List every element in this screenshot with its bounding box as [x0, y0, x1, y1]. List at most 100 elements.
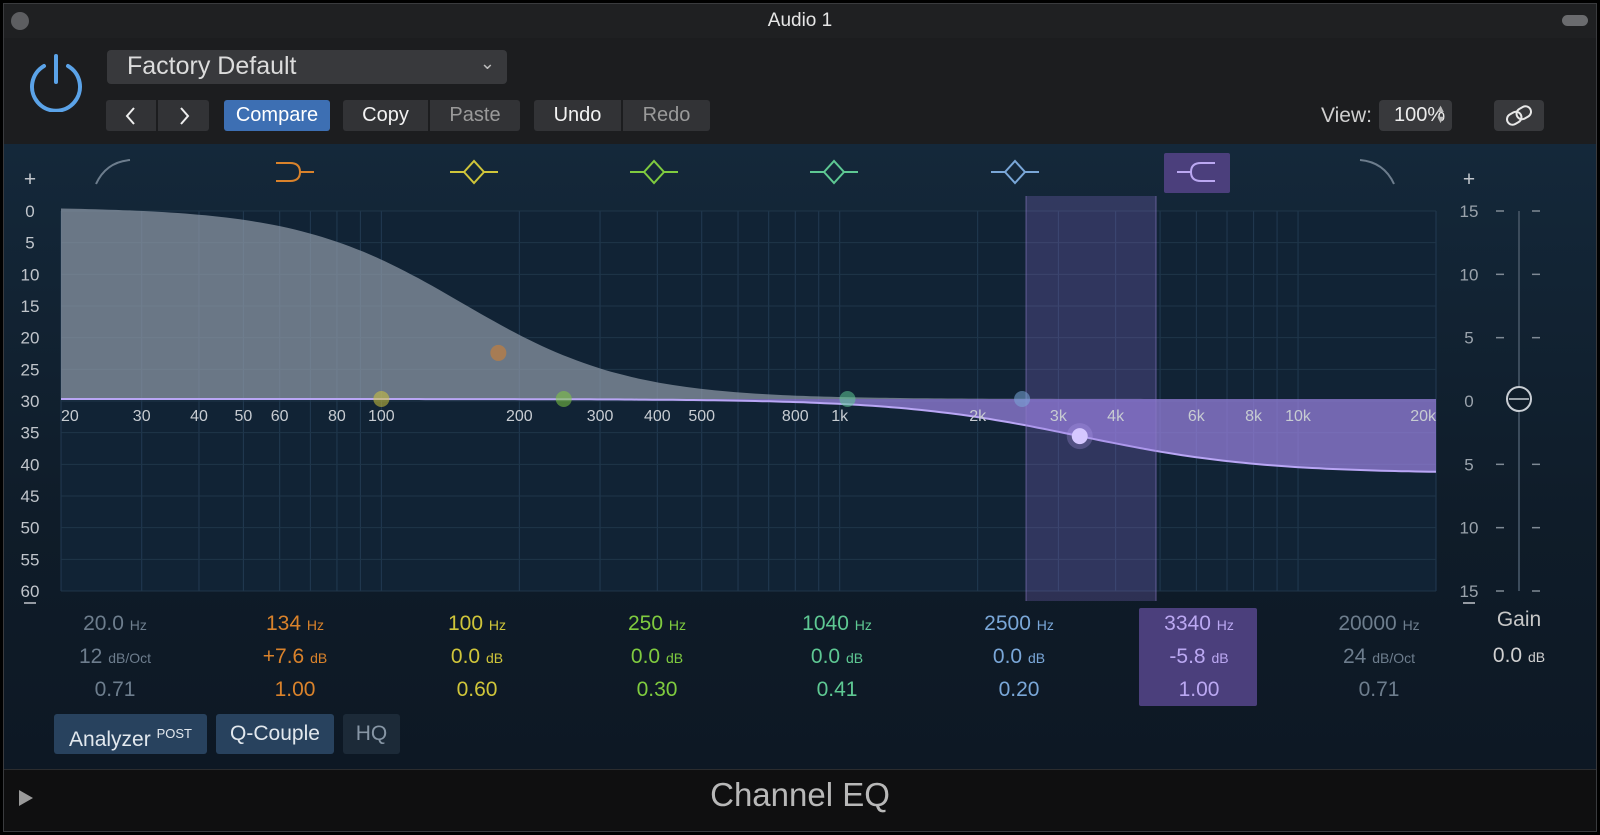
- band-frequency[interactable]: 100 Hz: [402, 608, 552, 641]
- freq-axis-label: 6k: [1188, 408, 1206, 425]
- master-gain-value[interactable]: 0.0 dB: [1444, 640, 1594, 673]
- analyzer-scale-label: 15: [21, 297, 40, 316]
- analyzer-scale-label: 45: [21, 487, 40, 506]
- high-cut-icon[interactable]: [1359, 159, 1395, 185]
- title-bar: Audio 1: [4, 4, 1596, 38]
- freq-axis-label: 2k: [969, 408, 987, 425]
- link-button[interactable]: [1494, 100, 1544, 131]
- band-2-handle[interactable]: [490, 344, 507, 361]
- band-gain[interactable]: 0.0 dB: [944, 641, 1094, 674]
- band-frequency[interactable]: 3340 Hz: [1124, 608, 1274, 641]
- band-5-handle[interactable]: [839, 391, 856, 407]
- band-2-params[interactable]: 134 Hz +7.6 dB 1.00: [220, 608, 370, 706]
- hq-button[interactable]: HQ: [343, 714, 400, 754]
- analyzer-scale-label: 20: [21, 329, 40, 348]
- freq-axis-label: 200: [506, 408, 533, 425]
- low-cut-icon[interactable]: [95, 159, 131, 185]
- selected-band-q-area[interactable]: [1026, 196, 1157, 601]
- low-shelf-icon[interactable]: [276, 162, 314, 182]
- band-8-params[interactable]: 20000 Hz 24 dB/Oct 0.71: [1304, 608, 1454, 706]
- redo-button[interactable]: Redo: [623, 100, 710, 131]
- chevron-down-icon: ⌄: [479, 53, 495, 73]
- freq-axis-label: 10k: [1285, 408, 1312, 425]
- band-q[interactable]: 1.00: [1124, 674, 1274, 706]
- master-gain-unit: dB: [1527, 649, 1546, 665]
- previous-preset-button[interactable]: [106, 100, 156, 131]
- band-3-params[interactable]: 100 Hz 0.0 dB 0.60: [402, 608, 552, 706]
- band-4-handle[interactable]: [555, 391, 572, 407]
- band-6-handle[interactable]: [1014, 391, 1031, 407]
- preset-name: Factory Default: [127, 52, 297, 80]
- band-gain[interactable]: 12 dB/Oct: [40, 641, 190, 674]
- eq-display: 20 30 40 50 60 80 100 200 300 400 500 800 1k 2k 3k 4k 6k…: [4, 144, 1596, 769]
- band-7-params[interactable]: 3340 Hz -5.8 dB 1.00: [1124, 608, 1274, 706]
- freq-axis-label: 30: [133, 408, 151, 425]
- chevron-right-icon: [179, 107, 189, 125]
- minimize-window-button[interactable]: [1562, 15, 1588, 26]
- band-gain[interactable]: 0.0 dB: [402, 641, 552, 674]
- peak-band-icon[interactable]: [810, 159, 858, 185]
- power-icon[interactable]: [26, 52, 86, 112]
- band-q[interactable]: 0.71: [40, 674, 190, 706]
- stepper-arrows-icon: ▲ ▼: [1435, 103, 1446, 126]
- band-q[interactable]: 0.41: [762, 674, 912, 706]
- band-3-handle[interactable]: [373, 391, 390, 407]
- analyzer-scale-label: 5: [25, 234, 34, 253]
- gain-scale-label: 5: [1464, 455, 1473, 474]
- compare-button[interactable]: Compare: [224, 100, 330, 131]
- freq-axis-label: 60: [271, 408, 289, 425]
- freq-axis-label: 40: [190, 408, 208, 425]
- gain-scale-label: 10: [1460, 265, 1479, 284]
- analyzer-mode: POST: [156, 726, 192, 741]
- band-frequency[interactable]: 250 Hz: [582, 608, 732, 641]
- band-5-params[interactable]: 1040 Hz 0.0 dB 0.41: [762, 608, 912, 706]
- analyzer-button[interactable]: Analyzer POST: [54, 714, 207, 754]
- q-couple-button[interactable]: Q-Couple: [216, 714, 334, 754]
- band-frequency[interactable]: 1040 Hz: [762, 608, 912, 641]
- band-frequency[interactable]: 2500 Hz: [944, 608, 1094, 641]
- band-gain[interactable]: 0.0 dB: [582, 641, 732, 674]
- band-frequency[interactable]: 134 Hz: [220, 608, 370, 641]
- peak-band-icon[interactable]: [450, 159, 498, 185]
- band-frequency[interactable]: 20000 Hz: [1304, 608, 1454, 641]
- band-7-handle[interactable]: [1071, 428, 1088, 445]
- plugin-footer: Channel EQ: [4, 769, 1596, 831]
- band-q[interactable]: 0.30: [582, 674, 732, 706]
- freq-axis-label: 3k: [1050, 408, 1068, 425]
- analyzer-scale-label: 55: [21, 550, 40, 569]
- analyzer-scale-plus: +: [24, 168, 36, 191]
- analyzer-scale-label: 60: [21, 582, 40, 601]
- band-gain[interactable]: 24 dB/Oct: [1304, 641, 1454, 674]
- analyzer-scale-label: 30: [21, 392, 40, 411]
- band-gain[interactable]: +7.6 dB: [220, 641, 370, 674]
- freq-axis-label: 50: [234, 408, 252, 425]
- band-selected-icon-bg: [1164, 153, 1230, 193]
- undo-button[interactable]: Undo: [534, 100, 621, 131]
- freq-axis-label: 800: [782, 408, 809, 425]
- freq-axis-label: 500: [688, 408, 715, 425]
- band-gain[interactable]: -5.8 dB: [1124, 641, 1274, 674]
- band-q[interactable]: 1.00: [220, 674, 370, 706]
- view-zoom-stepper[interactable]: 100% ▲ ▼: [1379, 100, 1452, 131]
- band-gain[interactable]: 0.0 dB: [762, 641, 912, 674]
- plugin-header: Factory Default ⌄ Compare Copy Paste Und…: [4, 38, 1596, 144]
- freq-axis-label: 20k: [1410, 408, 1437, 425]
- band-frequency[interactable]: 20.0 Hz: [40, 608, 190, 641]
- chevron-left-icon: [125, 107, 135, 125]
- band-q[interactable]: 0.60: [402, 674, 552, 706]
- freq-axis-label: 400: [644, 408, 671, 425]
- peak-band-icon[interactable]: [630, 159, 678, 185]
- master-gain-number: 0.0: [1492, 644, 1523, 667]
- next-preset-button[interactable]: [158, 100, 209, 131]
- view-label: View:: [1321, 104, 1372, 127]
- peak-band-icon[interactable]: [991, 159, 1039, 185]
- copy-button[interactable]: Copy: [343, 100, 428, 131]
- band-q[interactable]: 0.71: [1304, 674, 1454, 706]
- preset-selector[interactable]: Factory Default ⌄: [107, 50, 507, 84]
- band-4-params[interactable]: 250 Hz 0.0 dB 0.30: [582, 608, 732, 706]
- freq-axis-label: 8k: [1245, 408, 1263, 425]
- band-6-params[interactable]: 2500 Hz 0.0 dB 0.20: [944, 608, 1094, 706]
- band-1-params[interactable]: 20.0 Hz 12 dB/Oct 0.71: [40, 608, 190, 706]
- band-q[interactable]: 0.20: [944, 674, 1094, 706]
- paste-button[interactable]: Paste: [430, 100, 520, 131]
